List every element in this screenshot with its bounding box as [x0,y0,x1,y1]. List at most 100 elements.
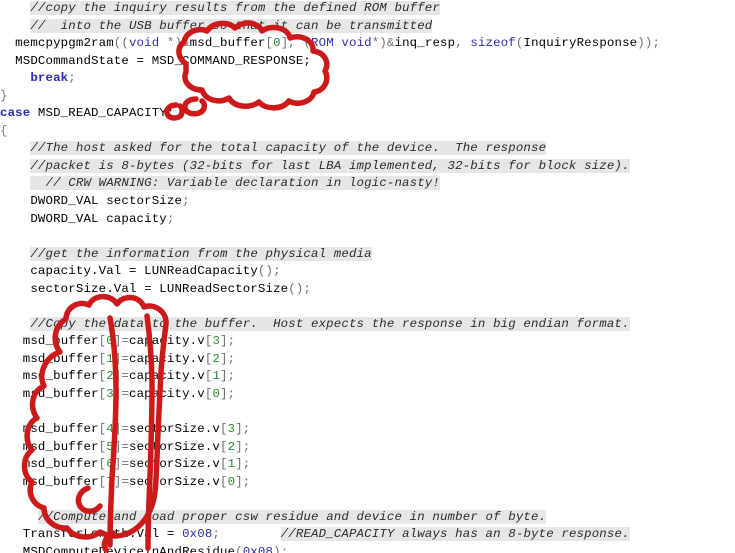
code-line: msd_buffer[3]=capacity.v[0]; [0,386,735,404]
code-token-kw2: ROM [311,36,334,51]
code-token-ident: msd_buffer [22,334,99,349]
code-line: //copy the inquiry results from the defi… [0,0,735,18]
code-token-cmt: //packet is 8-bytes (32-bits for last LB… [30,158,630,173]
code-line: msd_buffer[4]=sectorSize.v[3]; [0,421,735,439]
code-line: //Copy the data to the buffer. Host expe… [0,316,735,334]
code-token-kw2: void [128,36,160,51]
code-token-cmt: // CRW WARNING: Variable declaration in … [30,176,440,191]
code-token-ident: msd_buffer [22,439,99,454]
code-token-ident: msd_buffer [22,422,99,437]
code-token-punc: ]; [220,334,236,349]
code-token-num: 0 [106,334,114,349]
code-line: msd_buffer[5]=sectorSize.v[2]; [0,439,735,457]
code-token-ident: capacity.v [128,351,205,366]
code-token-punc: [ [220,457,228,472]
code-token-ident: sectorSize.Val = LUNReadSectorSize [30,281,289,296]
code-token-punc: *)& [159,36,190,51]
code-token-kw: break [30,71,69,86]
code-token-ident: sectorSize.v [128,422,221,437]
code-token-ident: MSDCommandState = MSD_COMMAND_RESPONSE; [15,53,312,68]
code-token-punc: ]; [235,439,251,454]
code-token-punc: ]; [235,457,251,472]
code-token-cmt: //READ_CAPACITY always has an 8-byte res… [280,527,630,542]
code-token-ident [220,527,281,541]
code-token-punc: )); [637,36,661,51]
code-token-brace: { [0,123,8,138]
code-line: sectorSize.Val = LUNReadSectorSize(); [0,281,735,299]
code-line: memcpypgm2ram((void *)&msd_buffer[0], (R… [0,35,735,53]
code-token-ident: msd_buffer [189,36,266,51]
code-token-punc: ], ( [280,36,312,51]
code-token-punc: [ [220,474,228,489]
code-token-kw2: sizeof [470,36,516,51]
code-line: TransferLength.Val = 0x08; //READ_CAPACI… [0,526,735,544]
code-token-num: 1 [212,369,221,384]
code-line: case MSD_READ_CAPACITY: [0,105,735,123]
code-token-punc: ]= [113,334,129,349]
code-token-num: 3 [106,387,114,402]
code-token-ident: msd_buffer [22,369,99,384]
code-token-cmt: //copy the inquiry results from the defi… [30,1,440,15]
code-token-ident: capacity.v [128,334,205,349]
code-line: // into the USB buffer so that it can be… [0,18,735,36]
code-token-ident: memcpypgm2ram [15,36,114,51]
code-line: msd_buffer[0]=capacity.v[3]; [0,333,735,351]
code-token-ident: msd_buffer [22,387,99,402]
code-line: msd_buffer[6]=sectorSize.v[1]; [0,456,735,474]
code-token-punc: ]; [235,422,251,437]
code-token-punc: ]= [113,439,129,454]
code-line: DWORD_VAL capacity; [0,211,735,229]
code-screenshot: //copy the inquiry results from the defi… [0,0,735,553]
code-token-punc: ); [273,544,289,553]
code-token-ident: inq_resp [394,36,456,51]
code-token-punc: ]; [235,474,251,489]
code-token-numh: 0x08 [182,527,213,542]
code-line: MSDComputeDeviceInAndResidue(0x08); [0,544,735,553]
code-token-punc: ]= [113,351,129,366]
code-line: capacity.Val = LUNReadCapacity(); [0,263,735,281]
code-token-ident: MSDComputeDeviceInAndResidue [22,544,236,553]
code-token-ident: msd_buffer [22,457,99,472]
code-token-cmt: //Compute and load proper csw residue an… [37,509,547,524]
code-token-num: 0 [273,36,281,51]
code-line: msd_buffer[1]=capacity.v[2]; [0,351,735,369]
code-token-ident: DWORD_VAL capacity [30,211,167,226]
code-token-punc: ]; [220,351,236,366]
code-token-punc: (( [113,36,129,51]
code-token-punc: ]= [113,422,129,437]
code-token-punc: ; [68,71,76,86]
code-token-cmt: //Copy the data to the buffer. Host expe… [30,316,630,331]
code-token-punc: ]; [220,387,236,402]
code-token-punc: ( [235,544,243,553]
code-token-num: 5 [106,439,114,454]
code-line: DWORD_VAL sectorSize; [0,193,735,211]
code-token-punc: [ [220,439,228,454]
code-token-kw: case [0,106,31,121]
code-viewer[interactable]: //copy the inquiry results from the defi… [0,0,735,553]
code-token-punc: (); [288,281,312,296]
code-line: //packet is 8-bytes (32-bits for last LB… [0,158,735,176]
code-token-ident: sectorSize.v [128,457,221,472]
code-token-punc: [ [265,36,274,51]
code-token-ident: sectorSize.v [128,474,221,489]
code-token-punc: *)& [371,36,395,51]
